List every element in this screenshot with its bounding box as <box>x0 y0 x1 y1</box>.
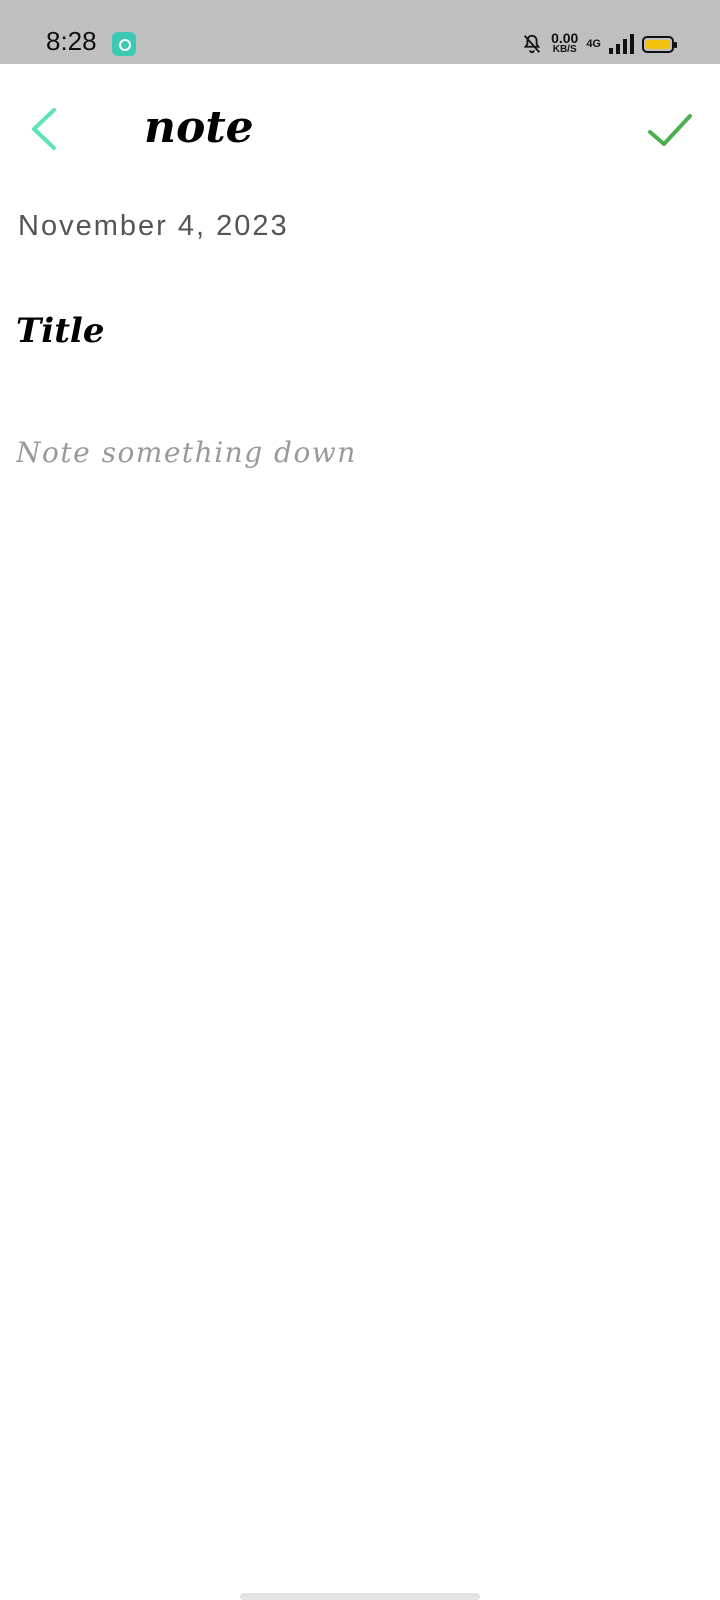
save-button[interactable] <box>646 106 694 154</box>
signal-icon <box>609 34 634 54</box>
network-speed-value: 0.00 <box>551 30 579 46</box>
back-button[interactable] <box>20 104 70 154</box>
network-speed-unit: KB/S <box>552 44 577 55</box>
note-title-input[interactable] <box>16 306 696 356</box>
checkmark-icon <box>648 114 692 146</box>
battery-icon <box>642 35 677 53</box>
chevron-left-icon <box>32 108 56 150</box>
bell-muted-icon <box>523 34 541 54</box>
network-type: 4G <box>586 38 601 50</box>
page-title: note <box>144 102 254 153</box>
status-time: 8:28 <box>46 26 97 56</box>
status-indicators: 0.00 KB/S 4G <box>521 28 677 60</box>
app-header: note <box>0 64 720 194</box>
note-date: November 4, 2023 <box>18 210 289 242</box>
network-speed: 0.00 KB/S <box>551 30 579 55</box>
note-body-input[interactable] <box>16 436 696 1036</box>
notification-app-icon <box>112 32 136 56</box>
home-indicator[interactable] <box>240 1593 480 1600</box>
status-bar: 8:28 0.00 KB/S 4G <box>0 0 720 64</box>
